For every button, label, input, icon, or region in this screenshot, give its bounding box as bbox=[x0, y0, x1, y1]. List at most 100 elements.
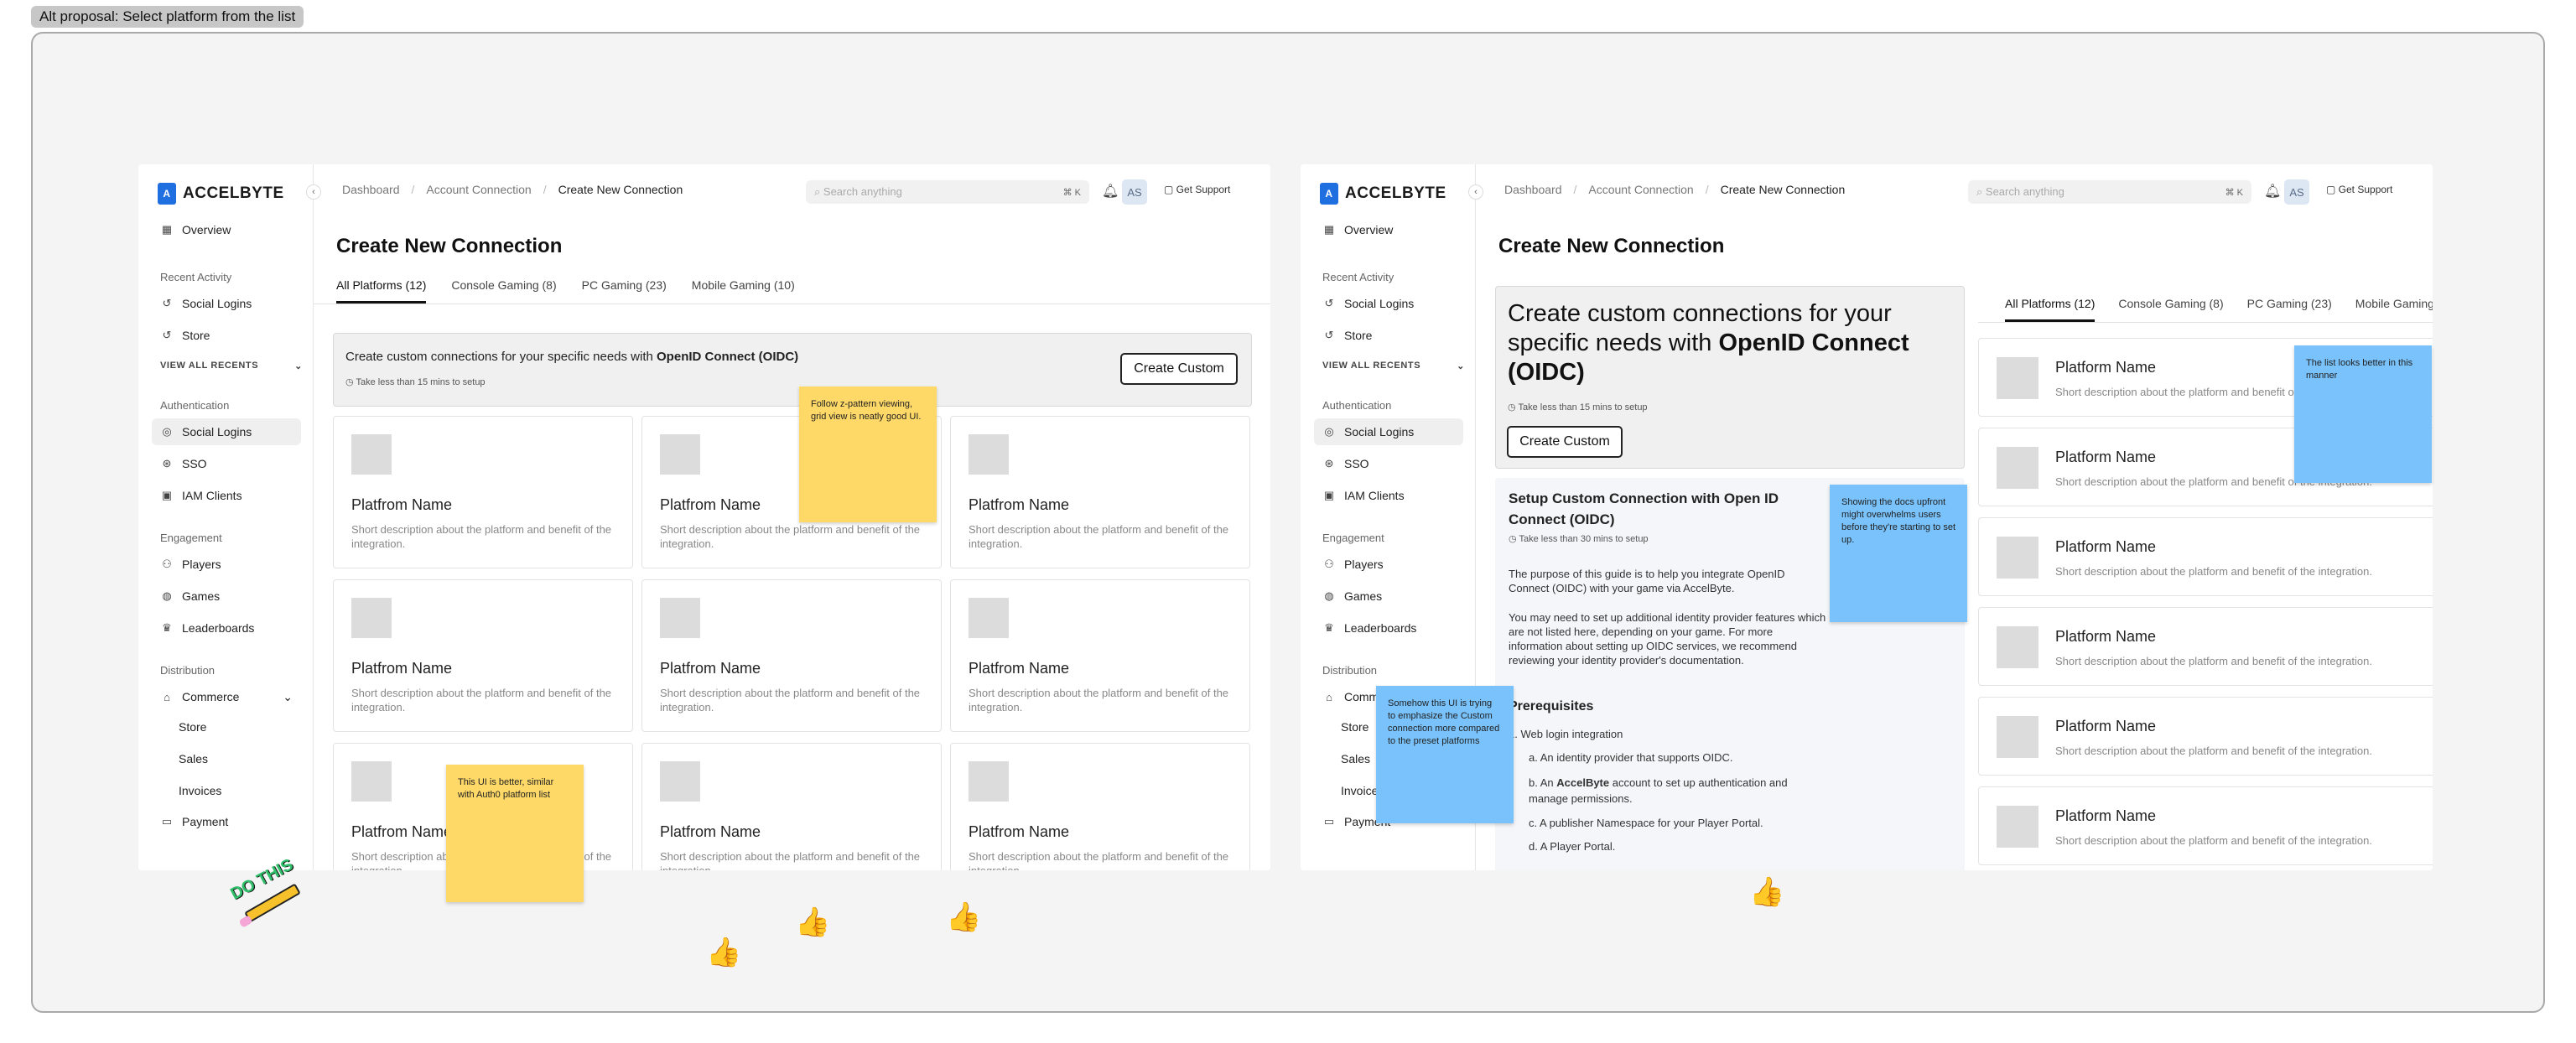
sidebar-item-recent-store[interactable]: ↺ Store bbox=[1314, 322, 1463, 349]
sidebar-item-leaderboards[interactable]: ♛ Leaderboards bbox=[1314, 615, 1463, 641]
platform-name: Platform Name bbox=[2055, 807, 2157, 824]
platform-logo-placeholder bbox=[1997, 806, 2038, 848]
sidebar-item-overview[interactable]: ▦ Overview bbox=[152, 216, 301, 243]
platform-card[interactable]: Platfrom Name Short description about the… bbox=[950, 579, 1250, 732]
tab-mobile-gaming[interactable]: Mobile Gaming (10) bbox=[2355, 297, 2433, 322]
tab-pc-gaming[interactable]: PC Gaming (23) bbox=[582, 278, 667, 304]
sidebar-item-recent-social-logins[interactable]: ↺ Social Logins bbox=[152, 290, 301, 317]
view-all-recents[interactable]: VIEW ALL RECENTS ⌄ bbox=[160, 361, 303, 371]
avatar[interactable]: AS bbox=[2284, 179, 2309, 205]
clock-icon: ◷ bbox=[345, 377, 356, 387]
platform-name: Platfrom Name bbox=[351, 823, 453, 840]
chat-icon: ▢ bbox=[2326, 184, 2339, 195]
docs-subtext: ◷ Take less than 30 mins to setup bbox=[1509, 534, 1649, 544]
sidebar-item-games[interactable]: ◍ Games bbox=[1314, 583, 1463, 610]
platform-description: Short description about the platform and… bbox=[660, 523, 921, 550]
sticky-note-list-better: The list looks better in this manner bbox=[2294, 345, 2432, 483]
platform-list-item[interactable]: Platform Name Short description about the… bbox=[1978, 786, 2433, 865]
brand-logo[interactable]: A ACCELBYTE bbox=[1320, 183, 1446, 205]
tab-pc-gaming[interactable]: PC Gaming (23) bbox=[2247, 297, 2332, 322]
tab-console-gaming[interactable]: Console Gaming (8) bbox=[2118, 297, 2223, 322]
sidebar-item-sso[interactable]: ⊛ SSO bbox=[1314, 450, 1463, 477]
sso-icon: ⊛ bbox=[1324, 457, 1334, 470]
sidebar-sub-sales[interactable]: Sales bbox=[1341, 752, 1370, 765]
thumbs-up-reaction-icon: 👍 bbox=[946, 901, 982, 933]
platform-card[interactable]: Platfrom Name Short description about the… bbox=[641, 743, 942, 870]
breadcrumb-dashboard[interactable]: Dashboard bbox=[342, 183, 400, 196]
get-support-link[interactable]: ▢ Get Support bbox=[1164, 184, 1230, 195]
sidebar-sub-store[interactable]: Store bbox=[179, 720, 206, 734]
platform-list-item[interactable]: Platform Name Short description about the… bbox=[1978, 607, 2433, 686]
frame-grid-view: A ACCELBYTE ‹ ▦ Overview Recent Activity … bbox=[138, 164, 1270, 870]
sidebar-item-social-logins[interactable]: ◎ Social Logins bbox=[152, 418, 301, 445]
tab-mobile-gaming[interactable]: Mobile Gaming (10) bbox=[692, 278, 795, 304]
platform-list-item[interactable]: Platform Name Short description about the… bbox=[1978, 517, 2433, 596]
platform-list-item[interactable]: Platform Name Short description about the… bbox=[1978, 697, 2433, 776]
platform-logo-placeholder bbox=[1997, 357, 2038, 399]
id-card-icon: ▣ bbox=[161, 489, 173, 501]
platform-name: Platform Name bbox=[2055, 628, 2157, 645]
tab-all-platforms[interactable]: All Platforms (12) bbox=[2005, 297, 2096, 322]
sidebar-item-commerce[interactable]: ⌂ Commerce ⌄ bbox=[152, 683, 301, 710]
auth-heading: Authentication bbox=[160, 399, 230, 412]
platform-description: Short description about the platform and… bbox=[2055, 655, 2372, 667]
sidebar-item-iam-clients[interactable]: ▣ IAM Clients bbox=[152, 482, 301, 509]
platform-card[interactable]: Platfrom Name Short description about the… bbox=[333, 416, 633, 568]
tab-console-gaming[interactable]: Console Gaming (8) bbox=[451, 278, 556, 304]
sidebar-item-sso[interactable]: ⊛ SSO bbox=[152, 450, 301, 477]
sticky-note-auth0: This UI is better, similar with Auth0 pl… bbox=[446, 765, 584, 902]
platform-description: Short description about the platform and… bbox=[660, 687, 921, 713]
view-all-recents[interactable]: VIEW ALL RECENTS ⌄ bbox=[1322, 361, 1465, 371]
platform-name: Platfrom Name bbox=[969, 660, 1070, 677]
sidebar-sub-sales[interactable]: Sales bbox=[179, 752, 208, 765]
sidebar-item-leaderboards[interactable]: ♛ Leaderboards bbox=[152, 615, 301, 641]
breadcrumb-account-connection[interactable]: Account Connection bbox=[1588, 183, 1693, 196]
clock-icon: ◷ bbox=[1508, 402, 1519, 413]
sidebar-item-players[interactable]: ⚇ Players bbox=[152, 551, 301, 578]
credit-card-icon: ▭ bbox=[161, 815, 173, 828]
sidebar-item-social-logins[interactable]: ◎ Social Logins bbox=[1314, 418, 1463, 445]
banner-subtext: ◷ Take less than 15 mins to setup bbox=[345, 377, 486, 387]
sidebar-item-players[interactable]: ⚇ Players bbox=[1314, 551, 1463, 578]
grid-icon: ▦ bbox=[161, 223, 173, 236]
sidebar-item-recent-store[interactable]: ↺ Store bbox=[152, 322, 301, 349]
platform-card[interactable]: Platfrom Name Short description about the… bbox=[333, 579, 633, 732]
platform-description: Short description about the platform and… bbox=[969, 850, 1229, 870]
platform-card[interactable]: Platfrom Name Short description about the… bbox=[950, 416, 1250, 568]
search-input[interactable]: ⌕ Search anything ⌘ K bbox=[1968, 180, 2251, 204]
platform-description: Short description about the platform and… bbox=[660, 850, 921, 870]
breadcrumb-dashboard[interactable]: Dashboard bbox=[1504, 183, 1562, 196]
get-support-link[interactable]: ▢ Get Support bbox=[2326, 184, 2392, 195]
sidebar-item-payment[interactable]: ▭ Payment bbox=[152, 808, 301, 835]
create-custom-button[interactable]: Create Custom bbox=[1120, 353, 1238, 385]
create-custom-button[interactable]: Create Custom bbox=[1507, 426, 1623, 458]
docs-title: Setup Custom Connection with Open ID Con… bbox=[1509, 490, 1779, 527]
sidebar-sub-invoices[interactable]: Invoices bbox=[179, 784, 221, 797]
bell-icon[interactable]: 🔔︎ bbox=[1102, 183, 1119, 200]
sticky-note-docs-upfront: Showing the docs upfront might overwhelm… bbox=[1830, 485, 1967, 622]
crown-icon: ♛ bbox=[162, 621, 172, 634]
platform-logo-placeholder bbox=[660, 761, 700, 802]
platform-name: Platfrom Name bbox=[351, 496, 453, 513]
avatar[interactable]: AS bbox=[1122, 179, 1147, 205]
thumbs-up-reaction-icon: 👍 bbox=[1749, 876, 1785, 908]
fingerprint-icon: ◎ bbox=[162, 425, 172, 438]
sidebar-item-overview[interactable]: ▦ Overview bbox=[1314, 216, 1463, 243]
search-input[interactable]: ⌕ Search anything ⌘ K bbox=[806, 180, 1089, 204]
topbar: Dashboard / Account Connection / Create Ne… bbox=[1476, 164, 2433, 218]
platform-logo-placeholder bbox=[351, 761, 392, 802]
brand-logo[interactable]: A ACCELBYTE bbox=[158, 183, 284, 205]
sidebar-sub-store[interactable]: Store bbox=[1341, 720, 1368, 734]
prereq-item-a: a. An identity provider that supports OI… bbox=[1529, 751, 1733, 764]
fingerprint-icon: ◎ bbox=[1324, 425, 1334, 438]
platform-card[interactable]: Platfrom Name Short description about the… bbox=[641, 579, 942, 732]
platform-logo-placeholder bbox=[969, 598, 1009, 638]
sidebar-item-games[interactable]: ◍ Games bbox=[152, 583, 301, 610]
breadcrumb-account-connection[interactable]: Account Connection bbox=[426, 183, 531, 196]
platform-name: Platfrom Name bbox=[351, 660, 453, 677]
sidebar-item-recent-social-logins[interactable]: ↺ Social Logins bbox=[1314, 290, 1463, 317]
platform-card[interactable]: Platfrom Name Short description about the… bbox=[950, 743, 1250, 870]
bell-icon[interactable]: 🔔︎ bbox=[2264, 183, 2281, 200]
tab-all-platforms[interactable]: All Platforms (12) bbox=[336, 278, 427, 304]
sidebar-item-iam-clients[interactable]: ▣ IAM Clients bbox=[1314, 482, 1463, 509]
